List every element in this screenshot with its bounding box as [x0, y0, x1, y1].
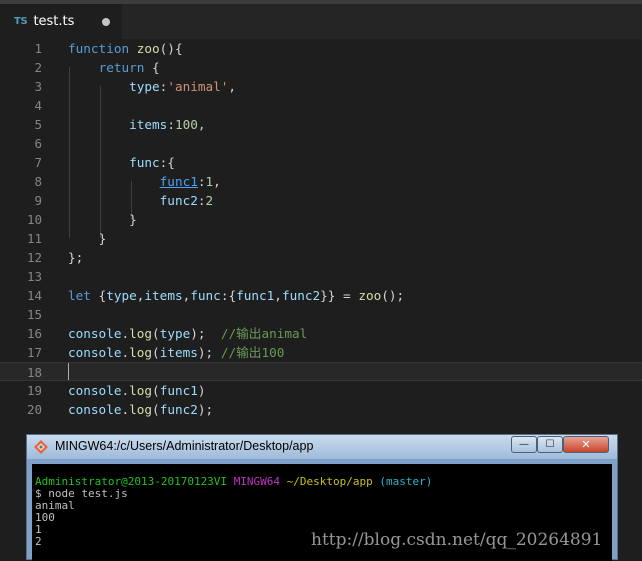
line-number: 15: [26, 307, 42, 322]
code-text: func2:2: [159, 193, 214, 208]
line-number: 12: [26, 250, 42, 265]
line-number: 13: [26, 269, 42, 284]
func1-link[interactable]: func1: [160, 174, 198, 189]
code-text: console.log(func1): [68, 383, 206, 398]
line-number: 7: [34, 155, 42, 170]
minimize-button[interactable]: —: [511, 436, 537, 453]
code-editor[interactable]: 1 function zoo(){ 2 return { 3 type:'ani…: [0, 39, 642, 435]
line-number: 3: [34, 79, 42, 94]
line-number: 16: [26, 326, 42, 341]
line-number: 4: [34, 98, 42, 113]
tab-test-ts[interactable]: TS test.ts: [0, 4, 122, 39]
code-line: 12 };: [0, 248, 642, 267]
code-text: func1:1,: [159, 174, 221, 189]
line-number: 9: [34, 193, 42, 208]
code-text: };: [68, 250, 84, 265]
terminal-title: MINGW64:/c/Users/Administrator/Desktop/a…: [55, 439, 314, 453]
tab-filename: test.ts: [33, 14, 75, 29]
typescript-file-icon: TS: [14, 16, 28, 27]
code-line: 15: [0, 305, 642, 324]
terminal-output-line: 2: [35, 535, 42, 548]
code-text: console.log(type); //输出animal: [68, 326, 308, 341]
line-number: 5: [34, 117, 42, 132]
code-line: 1 function zoo(){: [0, 39, 642, 58]
line-number: 6: [34, 136, 42, 151]
watermark-url: http://blog.csdn.net/qq_20264891: [311, 530, 603, 550]
code-line: 3 type:'animal',: [0, 77, 642, 96]
code-text: let {type,items,func:{func1,func2}} = zo…: [68, 288, 405, 303]
line-number: 19: [26, 383, 42, 398]
code-line: 5 items:100,: [0, 115, 642, 134]
code-text: }: [98, 231, 107, 246]
current-line-highlight[interactable]: 18: [0, 362, 642, 381]
code-line: 17 console.log(items); //输出100: [0, 343, 642, 362]
editor-tab-bar: TS test.ts: [0, 4, 642, 39]
code-text: func:{: [129, 155, 175, 170]
terminal-titlebar[interactable]: MINGW64:/c/Users/Administrator/Desktop/a…: [27, 435, 617, 459]
line-number: 17: [26, 345, 42, 360]
code-line: 8 func1:1,: [0, 172, 642, 191]
code-text: return {: [98, 60, 160, 75]
code-line: 20 console.log(func2);: [0, 400, 642, 419]
line-number: 14: [26, 288, 42, 303]
line-number: 1: [34, 41, 42, 56]
close-button[interactable]: ✕: [563, 436, 609, 453]
code-line: 11 }: [0, 229, 642, 248]
code-text: items:100,: [129, 117, 206, 132]
text-cursor: [68, 363, 69, 380]
code-line: 14 let {type,items,func:{func1,func2}} =…: [0, 286, 642, 305]
code-line: 4: [0, 96, 642, 115]
code-line: 13: [0, 267, 642, 286]
maximize-button[interactable]: ☐: [537, 436, 563, 453]
line-number: 10: [26, 212, 42, 227]
code-line: 7 func:{: [0, 153, 642, 172]
code-line: 2 return {: [0, 58, 642, 77]
code-line: 16 console.log(type); //输出animal: [0, 324, 642, 343]
unsaved-dot-icon[interactable]: [102, 18, 110, 26]
code-line: 9 func2:2: [0, 191, 642, 210]
code-text: type:'animal',: [129, 79, 237, 94]
line-number: 2: [34, 60, 42, 75]
code-text: function zoo(){: [68, 41, 183, 56]
code-line: 6: [0, 134, 642, 153]
code-text: }: [129, 212, 137, 227]
code-line: 19 console.log(func1): [0, 381, 642, 400]
code-text: console.log(items); //输出100: [68, 345, 285, 360]
code-line: 10 }: [0, 210, 642, 229]
line-number: 8: [34, 174, 42, 189]
line-number: 18: [26, 365, 42, 380]
line-number: 11: [26, 231, 42, 246]
git-bash-icon: [34, 440, 48, 454]
code-text: console.log(func2);: [68, 402, 214, 417]
line-number: 20: [26, 402, 42, 417]
